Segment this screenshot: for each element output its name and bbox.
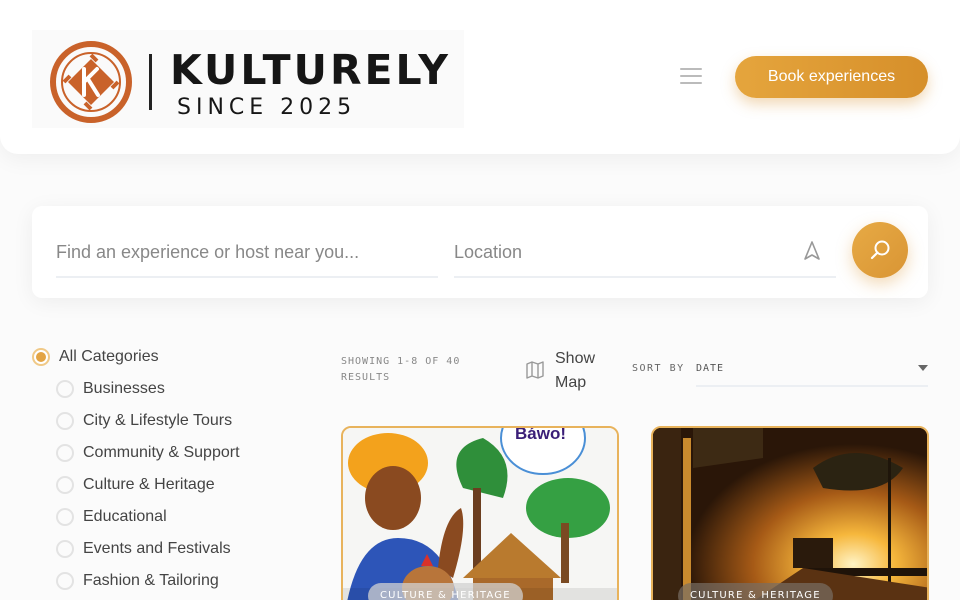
brand-tagline: SINCE 2025 <box>177 95 357 120</box>
site-header: KULTURELY SINCE 2025 Book experiences <box>0 0 960 154</box>
brand-logo[interactable]: KULTURELY SINCE 2025 <box>32 30 464 128</box>
category-label: Fashion & Tailoring <box>83 572 219 589</box>
map-icon[interactable] <box>525 360 545 380</box>
category-label: Community & Support <box>83 444 240 461</box>
search-submit-button[interactable] <box>852 222 908 278</box>
category-educational[interactable]: Educational <box>56 508 167 526</box>
radio-icon[interactable] <box>56 572 74 590</box>
category-businesses[interactable]: Businesses <box>56 380 165 398</box>
radio-icon[interactable] <box>56 540 74 558</box>
experience-card[interactable]: CULTURE & HERITAGE <box>651 426 929 600</box>
category-label: Businesses <box>83 380 165 397</box>
radio-icon[interactable] <box>56 444 74 462</box>
sort-value: DATE <box>696 363 725 374</box>
book-experiences-button[interactable]: Book experiences <box>735 56 928 98</box>
category-community-support[interactable]: Community & Support <box>56 444 240 462</box>
category-label: Events and Festivals <box>83 540 231 557</box>
category-culture-heritage[interactable]: Culture & Heritage <box>56 476 215 494</box>
brand-name: KULTURELY <box>170 46 451 94</box>
search-icon <box>870 240 890 260</box>
radio-icon[interactable] <box>56 380 74 398</box>
category-badge[interactable]: CULTURE & HERITAGE <box>368 583 523 600</box>
hamburger-icon[interactable] <box>680 68 702 86</box>
search-panel <box>32 206 928 298</box>
speech-bubble-text: Báwo! <box>515 426 566 443</box>
category-events-festivals[interactable]: Events and Festivals <box>56 540 231 558</box>
experience-search-input[interactable] <box>56 228 438 278</box>
card-illustration <box>343 428 617 600</box>
card-photo <box>653 428 927 600</box>
radio-icon[interactable] <box>56 508 74 526</box>
category-city-lifestyle-tours[interactable]: City & Lifestyle Tours <box>56 412 232 430</box>
category-label: City & Lifestyle Tours <box>83 412 233 429</box>
category-label: Educational <box>83 508 167 525</box>
navigation-arrow-icon[interactable] <box>802 240 822 262</box>
radio-selected-icon[interactable] <box>32 348 50 366</box>
chevron-down-icon <box>918 365 928 371</box>
category-badge[interactable]: CULTURE & HERITAGE <box>678 583 833 600</box>
category-label: Culture & Heritage <box>83 476 215 493</box>
category-all[interactable]: All Categories <box>32 348 159 366</box>
radio-icon[interactable] <box>56 412 74 430</box>
sort-select[interactable]: DATE <box>696 355 928 387</box>
logo-divider <box>149 54 152 110</box>
category-label: All Categories <box>59 348 159 365</box>
sort-by-label: SORT BY <box>632 363 685 374</box>
show-map-toggle[interactable]: Show Map <box>555 347 615 395</box>
logo-mark-icon <box>50 41 132 123</box>
results-count: SHOWING 1-8 OF 40 RESULTS <box>341 356 461 383</box>
experience-card[interactable]: Báwo! CULTURE & HERITAGE <box>341 426 619 600</box>
radio-icon[interactable] <box>56 476 74 494</box>
location-input[interactable] <box>454 228 836 278</box>
category-fashion-tailoring[interactable]: Fashion & Tailoring <box>56 572 219 590</box>
